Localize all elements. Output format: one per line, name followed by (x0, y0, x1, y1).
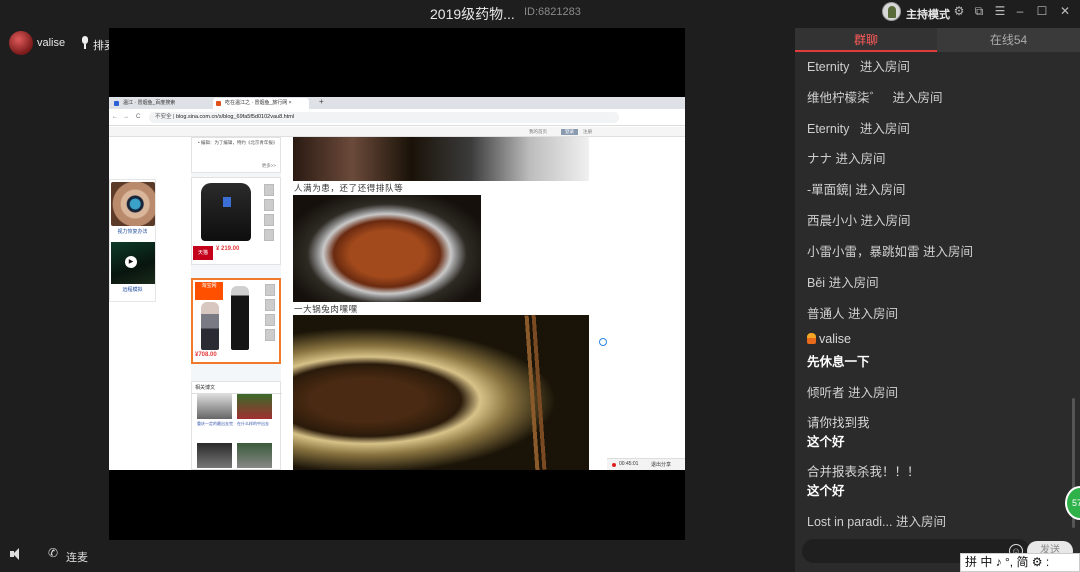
forward-icon: → (123, 114, 129, 120)
mic-icon[interactable] (79, 36, 91, 50)
browser-address-bar: ← → C 不安全 | blog.sina.com.cn/s/blog_69fa… (109, 109, 685, 126)
related-post-image (237, 394, 272, 419)
recording-bar: 00:45:01 退出分享 (607, 458, 685, 470)
chat-sender: 合并报表杀我！！！ (807, 465, 920, 479)
blog-home-link: 我的首页 (529, 129, 547, 134)
model-image (201, 302, 219, 350)
sidebar-more-link: 更多>> (261, 163, 276, 168)
reload-icon: C (136, 114, 141, 120)
url-field: 不安全 | blog.sina.com.cn/s/blog_69fa5f5d01… (149, 112, 619, 123)
host-mode-label[interactable]: 主持模式 (906, 6, 950, 22)
settings-icon[interactable]: ⚙ (951, 3, 967, 19)
list-item: Lost in paradi... 进入房间 (807, 515, 946, 529)
list-item: 西晨小小 进入房间 (807, 214, 911, 228)
baidu-favicon-icon (114, 101, 119, 106)
list-item: 维他柠檬柒゛ 进入房间 (807, 91, 943, 105)
blog-toolbar: 我的首页 登录 注册 (109, 127, 685, 137)
browser-tab: 温江 · 冒烟鱼_百度搜索 (111, 98, 211, 109)
exit-share-button: 退出分享 (651, 462, 672, 468)
maximize-icon[interactable]: ☐ (1034, 3, 1050, 19)
eye-ad-image (111, 182, 155, 226)
host-badge-icon (807, 333, 816, 344)
list-item: 小雷小雷，暴跳如雷 进入房间 (807, 245, 974, 259)
sidebar-text: • 编辑：为了编辑，特约《北京青年报》 (198, 140, 278, 145)
menu-icon[interactable]: ☰ (992, 3, 1008, 19)
list-item: Eternity 进入房间 (807, 122, 910, 136)
photo-caption: 一大锅兔肉嘿嘿 (294, 305, 358, 315)
video-ad-image (111, 242, 155, 284)
ad-caption: 远程模拟 (122, 287, 143, 293)
list-item: Eternity 进入房间 (807, 60, 910, 74)
recording-time: 00:45:01 (619, 461, 639, 467)
chat-panel: 群聊 在线54 Eternity 进入房间 维他柠檬柒゛ 进入房间 Eterni… (795, 28, 1080, 572)
list-item: ナナ 进入房间 (807, 152, 886, 166)
product-thumbnails (265, 284, 277, 344)
product-price: ¥ 219.00 (216, 246, 240, 252)
ime-toolbar[interactable]: 拼 中 ♪ °, 简 ⚙ : (960, 553, 1080, 572)
related-posts-heading: 相关博文 (192, 382, 282, 394)
speaker-icon[interactable] (10, 548, 24, 560)
taobao-logo: 淘宝网 (195, 282, 223, 300)
left-ad-panel: 视力恢复办法 远程模拟 (109, 179, 156, 302)
product-card: 天猫 ¥ 219.00 (191, 177, 281, 265)
blog-article: 人满为患，还了还得排队等 一大锅兔肉嘿嘿 (289, 137, 599, 470)
related-posts-card: 相关博文 重庆一定的最出去完 在什么样的中出去 (191, 381, 282, 470)
tmall-badge: 天猫 (193, 246, 213, 260)
host-avatar[interactable] (882, 2, 901, 21)
connect-mic-button[interactable]: 连麦 (66, 549, 88, 565)
related-post-caption: 重庆一定的最出去完 (197, 421, 233, 426)
list-item: 倾听者 进入房间 (807, 386, 899, 400)
video-stage: 温江 · 冒烟鱼_百度搜索 吃在温江之 · 冒烟鱼_旅行网 × + ← → C … (109, 28, 685, 540)
chat-tabs: 群聊 在线54 (795, 28, 1080, 52)
list-item: Běi 进入房间 (807, 276, 879, 290)
related-post-caption: 在什么样的中出去 (237, 421, 269, 426)
sidebar-text-card: • 编辑：为了编辑，特约《北京青年报》 更多>> (191, 137, 281, 173)
insecure-label: 不安全 (155, 114, 172, 120)
blog-login-link: 登录 (561, 129, 578, 135)
new-tab-icon: + (319, 97, 324, 106)
crowd-photo (293, 137, 589, 181)
phone-icon[interactable]: ✆ (48, 547, 61, 560)
list-item: 普通人 进入房间 (807, 307, 899, 321)
chat-message-text: 这个好 (807, 435, 845, 449)
chat-sender: 请你找到我 (807, 416, 870, 430)
tab-group-chat[interactable]: 群聊 (795, 28, 937, 52)
close-icon[interactable]: ✕ (1057, 3, 1073, 19)
tab-online[interactable]: 在线54 (937, 28, 1080, 52)
related-post-image (237, 443, 272, 468)
window-title: 2019级药物... (430, 6, 515, 22)
back-icon: ← (112, 114, 118, 120)
jacket-product-image (201, 183, 251, 241)
rabbit-meat-photo (293, 314, 589, 470)
ad-caption: 视力恢复办法 (117, 229, 148, 235)
model-image (231, 286, 249, 350)
list-item: -單面鏡| 进入房间 (807, 183, 906, 197)
chat-sender: valise (807, 332, 851, 346)
product-price: ¥708.00 (195, 352, 217, 358)
record-dot-icon (612, 463, 616, 467)
popout-icon[interactable]: ⧉ (971, 3, 987, 19)
minimize-icon[interactable]: – (1012, 3, 1028, 19)
browser-tab-strip: 温江 · 冒烟鱼_百度搜索 吃在温江之 · 冒烟鱼_旅行网 × + (109, 97, 685, 109)
user-name: valise (37, 37, 66, 49)
shared-screen: 温江 · 冒烟鱼_百度搜索 吃在温江之 · 冒烟鱼_旅行网 × + ← → C … (109, 97, 685, 470)
related-post-image (197, 443, 232, 468)
title-bar: 2019级药物... ID:6821283 主持模式 ⚙ ⧉ ☰ – ☐ ✕ (0, 0, 1080, 26)
chat-message-text: 这个好 (807, 484, 845, 498)
chopsticks-image (522, 314, 550, 470)
user-avatar[interactable] (9, 31, 33, 55)
sina-favicon-icon (216, 101, 221, 106)
taobao-product-card: 淘宝网 ¥708.00 (191, 278, 281, 364)
related-post-image (197, 394, 232, 419)
chat-message-text: 先休息一下 (807, 355, 870, 369)
browser-tab-active: 吃在温江之 · 冒烟鱼_旅行网 × (213, 98, 309, 109)
blog-sidebar: • 编辑：为了编辑，特约《北京青年报》 更多>> 天猫 ¥ 219.00 淘宝网… (191, 137, 282, 470)
product-thumbnails (264, 184, 276, 244)
hotpot-photo (293, 195, 481, 302)
room-id: ID:6821283 (524, 6, 581, 18)
cursor-icon (599, 338, 607, 346)
url-text: blog.sina.com.cn/s/blog_69fa5f5d0102vau8… (176, 114, 295, 120)
blog-register-link: 注册 (583, 129, 592, 134)
photo-caption: 人满为患，还了还得排队等 (294, 184, 404, 194)
